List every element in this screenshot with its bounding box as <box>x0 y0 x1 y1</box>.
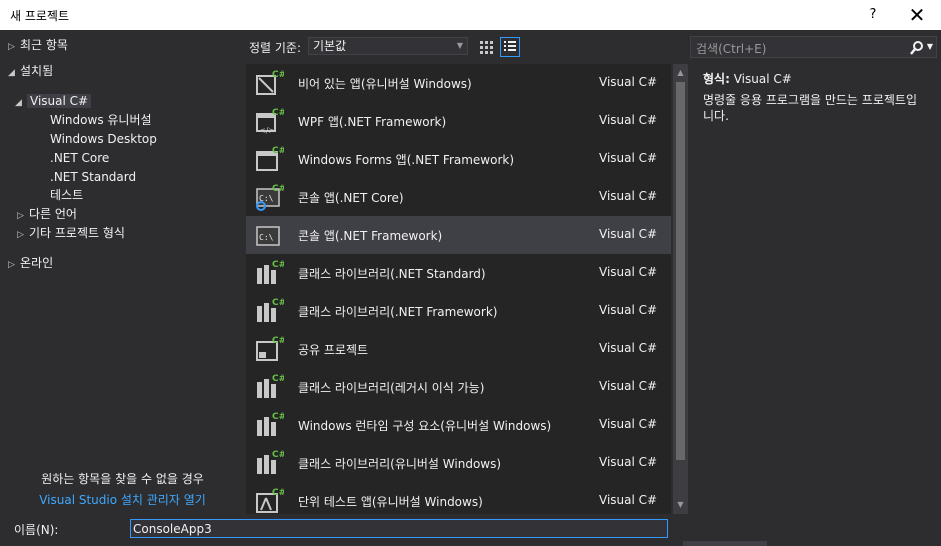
window-title: 새 프로젝트 <box>10 9 70 23</box>
console-core-icon: C:\C# <box>256 184 284 211</box>
sort-value: 기본값 <box>313 39 347 53</box>
template-item[interactable]: C:\C# 콘솔 앱(.NET Core) Visual C# <box>246 178 671 216</box>
ok-button[interactable] <box>683 541 767 546</box>
type-value: Visual C# <box>733 72 792 86</box>
close-button[interactable]: ✕ <box>897 0 937 30</box>
svg-text:C:\: C:\ <box>259 233 274 242</box>
chevron-down-icon[interactable]: ▼ <box>927 42 933 51</box>
svg-text:C#: C# <box>272 336 284 346</box>
template-item-selected[interactable]: C:\ 콘솔 앱(.NET Framework) Visual C# <box>246 216 671 254</box>
grid-view-icon <box>480 41 493 54</box>
svg-text:C#: C# <box>272 70 284 80</box>
grid-view-button[interactable] <box>476 37 496 57</box>
list-view-button[interactable] <box>500 37 520 57</box>
scrollbar-thumb[interactable] <box>676 82 685 460</box>
template-item[interactable]: C# 클래스 라이브러리(.NET Framework) Visual C# <box>246 292 671 330</box>
template-item[interactable]: C# 클래스 라이브러리(유니버설 Windows) Visual C# <box>246 444 671 482</box>
list-view-icon <box>504 41 516 51</box>
unit-test-icon: C# <box>256 488 284 513</box>
template-list-scrollbar[interactable]: ▲ ▼ <box>673 64 688 514</box>
not-found-text: 원하는 항목을 찾을 수 없을 경우 <box>41 472 204 486</box>
blank-app-icon: C# <box>256 70 284 95</box>
template-item[interactable]: C# 비어 있는 앱(유니버설 Windows) Visual C# <box>246 64 671 102</box>
collapse-arrow-icon[interactable]: ◢ <box>8 64 20 83</box>
scroll-down-icon[interactable]: ▼ <box>673 498 688 512</box>
svg-text:</>: </> <box>259 126 275 135</box>
type-label: 형식: <box>703 72 730 86</box>
svg-text:C#: C# <box>272 450 284 460</box>
tree-item-other-languages[interactable]: ▷ 다른 언어 <box>17 205 77 224</box>
search-icon[interactable] <box>910 38 924 60</box>
tree-item-visual-csharp[interactable]: ◢ Visual C# <box>15 92 92 113</box>
template-item[interactable]: C# Windows Forms 앱(.NET Framework) Visua… <box>246 140 671 178</box>
tree-item-installed[interactable]: ◢ 설치됨 <box>8 62 53 81</box>
template-item[interactable]: C# 단위 테스트 앱(유니버설 Windows) Visual C# <box>246 482 671 520</box>
help-button[interactable]: ? <box>853 0 893 30</box>
tree-item-test[interactable]: 테스트 <box>50 186 83 205</box>
template-item[interactable]: </>C# WPF 앱(.NET Framework) Visual C# <box>246 102 671 140</box>
sort-label: 정렬 기준: <box>249 41 302 55</box>
tree-item-net-standard[interactable]: .NET Standard <box>50 168 136 187</box>
template-item[interactable]: C# 공유 프로젝트 Visual C# <box>246 330 671 368</box>
svg-text:C#: C# <box>272 374 284 384</box>
class-library-icon: C# <box>257 260 284 284</box>
svg-text:C#: C# <box>272 184 284 194</box>
expand-arrow-icon[interactable]: ▷ <box>17 226 29 245</box>
winforms-app-icon: C# <box>256 146 284 171</box>
template-item[interactable]: C# 클래스 라이브러리(.NET Standard) Visual C# <box>246 254 671 292</box>
svg-text:C#: C# <box>272 488 284 498</box>
tree-item-windows-universal[interactable]: Windows 유니버설 <box>50 111 152 130</box>
svg-text:C#: C# <box>272 260 284 270</box>
description-type: 형식: Visual C# <box>703 70 792 87</box>
collapse-arrow-icon[interactable]: ◢ <box>15 94 27 113</box>
shared-project-icon: C# <box>256 336 284 361</box>
class-library-icon: C# <box>257 450 284 474</box>
project-name-label: 이름(N): <box>14 523 59 537</box>
expand-arrow-icon[interactable]: ▷ <box>8 256 20 275</box>
search-input[interactable]: 검색(Ctrl+E) <box>696 40 766 57</box>
category-tree: ▷ 최근 항목 ◢ 설치됨 ◢ Visual C# Windows 유니버설 Wind… <box>0 30 245 514</box>
tree-item-net-core[interactable]: .NET Core <box>50 149 109 168</box>
open-installer-link[interactable]: Visual Studio 설치 관리자 열기 <box>0 491 245 508</box>
tree-item-online[interactable]: ▷ 온라인 <box>8 254 53 273</box>
scroll-up-icon[interactable]: ▲ <box>673 66 688 80</box>
description-text: 명령줄 응용 프로그램을 만드는 프로젝트입니다. <box>703 93 917 123</box>
title-bar: 새 프로젝트 ? ✕ <box>0 0 941 30</box>
tree-item-other-project-types[interactable]: ▷ 기타 프로젝트 형식 <box>17 224 125 243</box>
svg-text:C#: C# <box>272 412 284 422</box>
console-framework-icon: C:\ <box>256 226 280 246</box>
search-box[interactable]: 검색(Ctrl+E) ▼ <box>690 36 937 58</box>
sort-dropdown[interactable]: 기본값 ▼ <box>308 37 468 55</box>
wpf-app-icon: </> C# <box>256 108 284 135</box>
tree-item-recent[interactable]: ▷ 최근 항목 <box>8 36 68 55</box>
svg-text:C#: C# <box>272 108 284 118</box>
class-library-icon: C# <box>257 374 284 398</box>
template-item[interactable]: C# 클래스 라이브러리(레거시 이식 가능) Visual C# <box>246 368 671 406</box>
svg-text:C#: C# <box>272 146 284 156</box>
chevron-down-icon: ▼ <box>456 41 463 50</box>
template-list: C# 비어 있는 앱(유니버설 Windows) Visual C# </> C#… <box>246 64 671 514</box>
runtime-component-icon: C# <box>257 412 284 436</box>
expand-arrow-icon[interactable]: ▷ <box>8 38 20 57</box>
tree-item-windows-desktop[interactable]: Windows Desktop <box>50 130 157 149</box>
svg-text:C#: C# <box>272 298 284 308</box>
template-item[interactable]: C# Windows 런타임 구성 요소(유니버설 Windows) Visua… <box>246 406 671 444</box>
project-name-input[interactable] <box>130 519 668 538</box>
class-library-icon: C# <box>257 298 284 322</box>
